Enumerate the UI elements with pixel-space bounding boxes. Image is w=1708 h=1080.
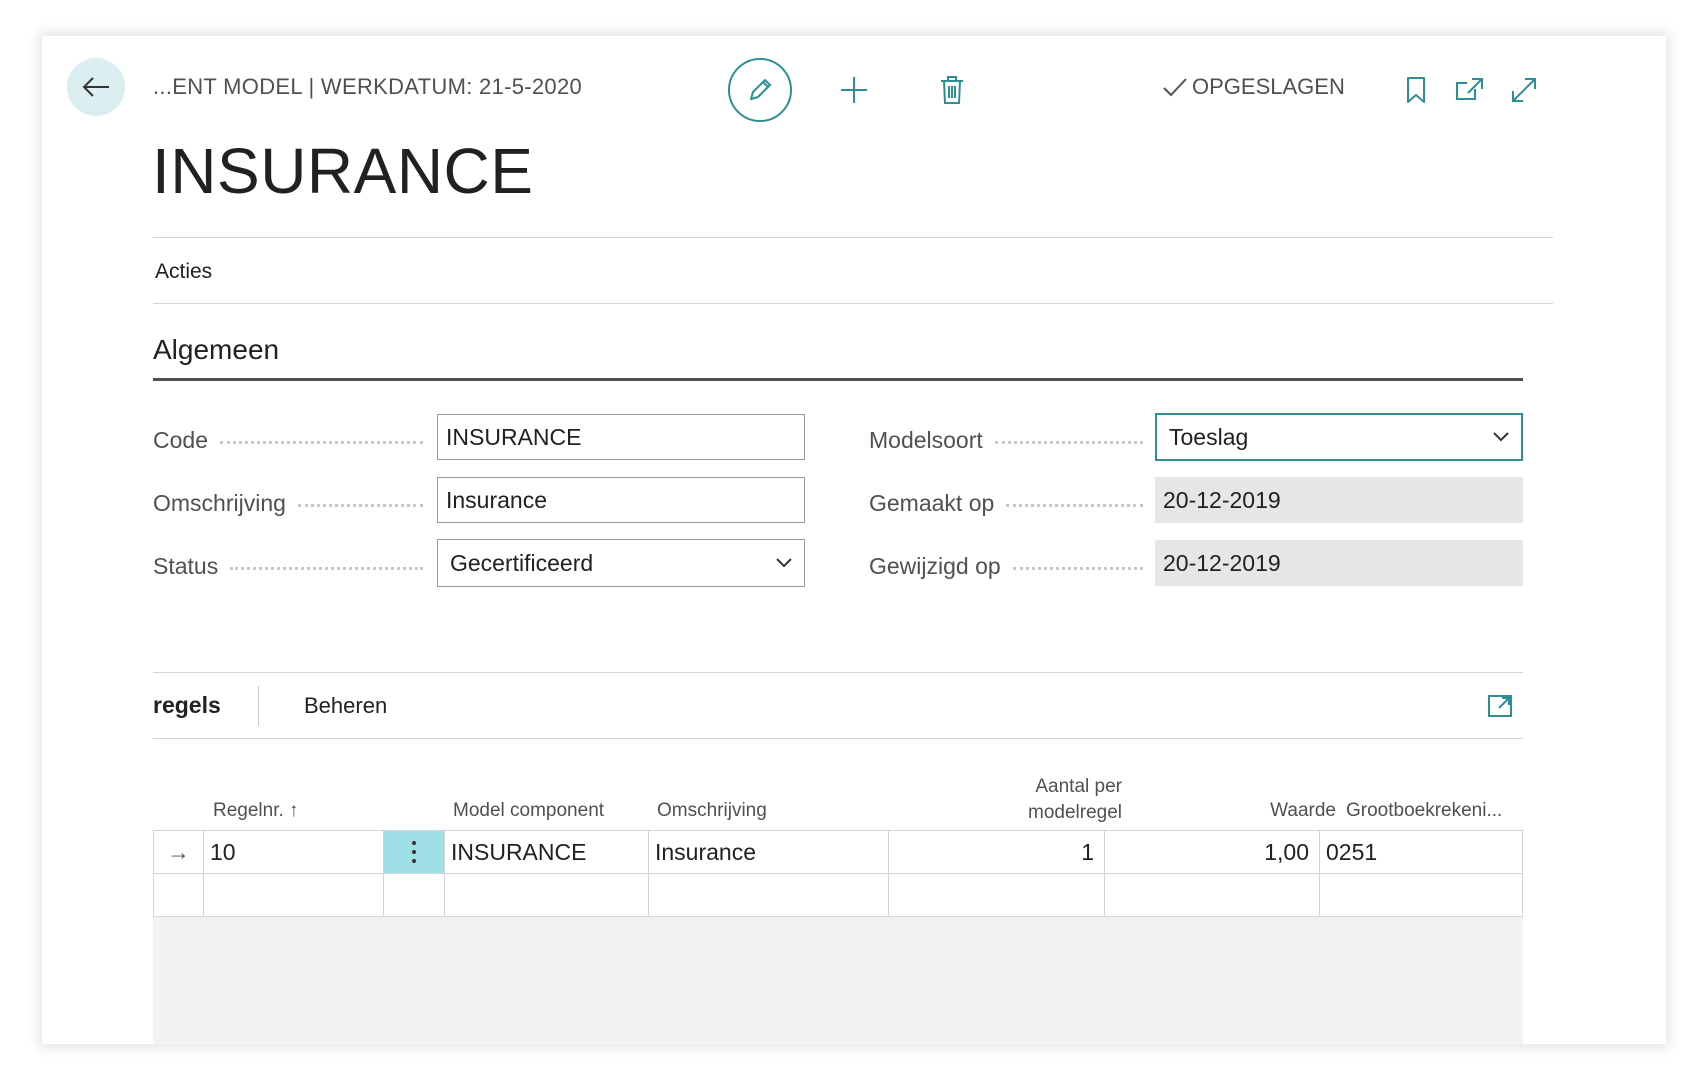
saved-label: OPGESLAGEN — [1192, 74, 1345, 99]
section-underline — [153, 378, 1523, 381]
back-arrow-icon — [82, 77, 109, 97]
empty-cell — [154, 874, 204, 917]
cell-value[interactable]: 1,00 — [1105, 831, 1320, 873]
cell-line-no[interactable]: 10 — [204, 831, 384, 873]
column-header-qty[interactable]: Aantal per modelregel — [902, 774, 1122, 826]
column-header-description[interactable]: Omschrijving — [657, 800, 767, 822]
title-divider — [153, 237, 1553, 238]
empty-cell[interactable] — [204, 874, 384, 917]
code-input[interactable]: INSURANCE — [437, 414, 805, 460]
column-header-gl-account[interactable]: Grootboekrekeni... — [1346, 800, 1502, 822]
status-select[interactable]: Gecertificeerd — [437, 539, 805, 587]
saved-status: OPGESLAGEN — [1162, 74, 1345, 100]
cell-description[interactable]: Insurance — [649, 831, 889, 873]
bookmark-icon — [1407, 77, 1425, 103]
plus-icon — [841, 77, 867, 103]
table-row-empty[interactable] — [154, 874, 1522, 917]
chevron-down-icon — [1493, 432, 1509, 442]
breadcrumb: ...ENT MODEL | WERKDATUM: 21-5-2020 — [153, 74, 583, 99]
modified-on-label: Gewijzigd op — [869, 546, 1143, 586]
open-new-window-icon — [1456, 78, 1483, 100]
empty-cell[interactable] — [445, 874, 649, 917]
empty-cell[interactable] — [1320, 874, 1523, 917]
new-button[interactable] — [832, 68, 876, 112]
table-row[interactable]: → 10 INSURANCE Insurance 1 1,00 0251 — [154, 831, 1522, 874]
model-type-select[interactable]: Toeslag — [1155, 413, 1523, 461]
back-button[interactable] — [67, 58, 125, 116]
modified-on-value: 20-12-2019 — [1155, 540, 1523, 586]
open-new-window-button[interactable] — [1448, 68, 1492, 112]
expand-icon — [1512, 78, 1536, 102]
open-lines-button[interactable] — [1482, 688, 1518, 724]
open-in-window-icon — [1488, 695, 1512, 717]
cell-qty[interactable]: 1 — [889, 831, 1105, 873]
column-header-model-component[interactable]: Model component — [453, 800, 604, 822]
created-on-value: 20-12-2019 — [1155, 477, 1523, 523]
status-label: Status — [153, 546, 423, 586]
trash-icon — [941, 76, 963, 104]
lines-bottom-divider — [153, 738, 1523, 739]
tab-lines[interactable]: regels — [153, 692, 221, 719]
chevron-down-icon — [776, 558, 792, 568]
model-type-label: Modelsoort — [869, 420, 1143, 460]
page-card: ...ENT MODEL | WERKDATUM: 21-5-2020 OPGE… — [42, 36, 1666, 1044]
actions-menu[interactable]: Acties — [155, 260, 212, 284]
more-vertical-icon — [412, 841, 416, 863]
row-indicator: → — [154, 831, 204, 873]
delete-button[interactable] — [930, 68, 974, 112]
tab-manage[interactable]: Beheren — [304, 693, 387, 719]
page-title: INSURANCE — [152, 135, 534, 207]
column-header-value[interactable]: Waarde — [1222, 800, 1336, 822]
bookmark-button[interactable] — [1394, 68, 1438, 112]
empty-cell[interactable] — [649, 874, 889, 917]
checkmark-icon — [1163, 78, 1187, 97]
empty-cell[interactable] — [1105, 874, 1320, 917]
created-on-label: Gemaakt op — [869, 483, 1143, 523]
grid-empty-area — [153, 917, 1523, 1044]
expand-button[interactable] — [1502, 68, 1546, 112]
edit-button[interactable] — [728, 58, 792, 122]
section-title-general[interactable]: Algemeen — [153, 334, 279, 366]
column-header-line-no[interactable]: Regelnr. ↑ — [213, 800, 299, 822]
tab-separator — [258, 686, 259, 726]
lines-grid: → 10 INSURANCE Insurance 1 1,00 0251 — [153, 830, 1523, 917]
description-input[interactable]: Insurance — [437, 477, 805, 523]
empty-cell[interactable] — [889, 874, 1105, 917]
cell-model-component[interactable]: INSURANCE — [445, 831, 649, 873]
lines-top-divider — [153, 672, 1523, 673]
actions-divider — [153, 303, 1553, 304]
description-label: Omschrijving — [153, 483, 423, 523]
row-actions-button[interactable] — [384, 831, 445, 873]
empty-cell[interactable] — [384, 874, 445, 917]
code-label: Code — [153, 420, 423, 460]
cell-gl-account[interactable]: 0251 — [1320, 831, 1523, 873]
pencil-icon — [750, 79, 771, 100]
